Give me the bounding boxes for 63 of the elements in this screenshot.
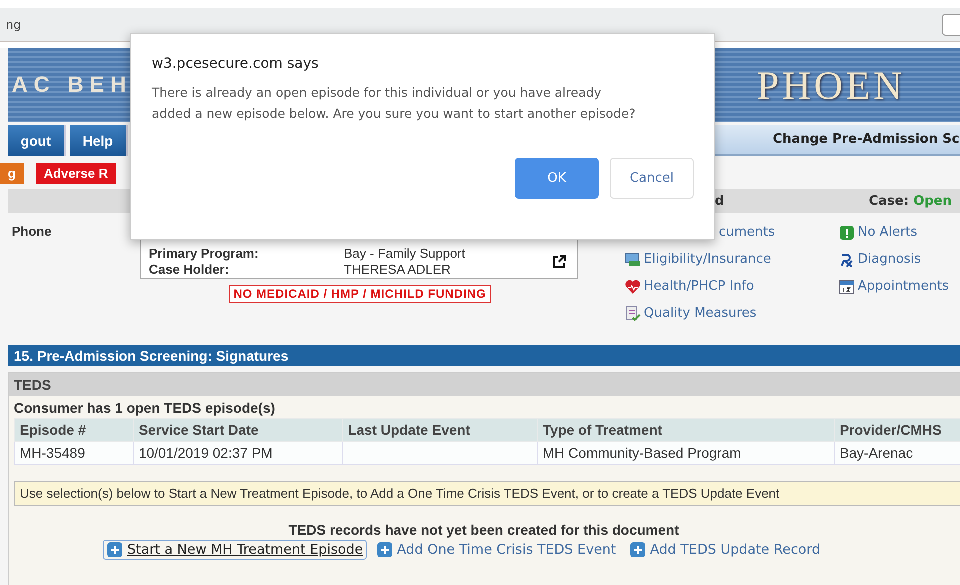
page-title: Change Pre-Admission Sc	[772, 132, 960, 147]
field-label: Phone	[11, 224, 52, 239]
link-label: Diagnosis	[858, 252, 922, 267]
link-label: Start a New MH Treatment Episode	[127, 542, 364, 558]
nav-button[interactable]: Help	[70, 125, 128, 156]
nav-button[interactable]: gout	[8, 125, 66, 156]
checklist-icon	[625, 306, 641, 322]
heart-icon	[625, 278, 641, 294]
dialog-title: w3.pcesecure.com says	[152, 56, 320, 72]
alert-icon	[839, 224, 855, 240]
calendar-icon	[839, 278, 855, 294]
alert-tag[interactable]: Adverse R	[36, 162, 116, 184]
alert-tag[interactable]: g	[0, 162, 24, 184]
banner-title: AC BEH	[11, 72, 132, 98]
case-status: Case: Open	[868, 194, 952, 208]
nav-link[interactable]: Health/PHCP Info	[625, 277, 839, 296]
field-label: Primary Program:	[149, 246, 260, 262]
nav-link[interactable]: Diagnosis	[839, 250, 950, 269]
external-link-icon[interactable]	[551, 254, 567, 270]
nav-link[interactable]: Appointments	[839, 277, 950, 296]
column-header: Type of Treatment	[537, 418, 834, 442]
nav-link[interactable]: Quality Measures	[625, 304, 839, 323]
link-label: Appointments	[858, 279, 950, 294]
field-value: THERESA ADLER	[344, 262, 451, 278]
instruction-banner: Use selection(s) below to Start a New Treatment Episode, to Add a One Time Crisis TEDS Event, or to create a TEDS Update Event	[14, 481, 960, 506]
link-label: Add One Time Crisis TEDS Event	[397, 542, 616, 558]
column-header: Service Start Date	[133, 418, 343, 442]
monitor-icon	[625, 252, 641, 268]
add-icon	[630, 542, 646, 558]
funding-warning: NO MEDICAID / HMP / MICHILD FUNDING	[228, 285, 492, 303]
field-label: Case Holder:	[149, 262, 230, 278]
link-label: Health/PHCP Info	[644, 279, 754, 294]
column-header: Episode #	[14, 418, 134, 442]
status-message: TEDS records have not yet been created for this document	[288, 522, 680, 538]
add-icon	[377, 542, 394, 558]
column-header: Last Update Event	[342, 418, 538, 442]
field-value: Bay - Family Support	[344, 246, 466, 262]
section-label: d	[715, 194, 724, 208]
nav-link[interactable]: Eligibility/Insurance	[625, 250, 839, 269]
cancel-button[interactable]: Cancel	[610, 158, 694, 199]
prescription-icon	[839, 252, 855, 268]
tab-title: ng	[5, 18, 22, 32]
logo-title: PHOEN	[757, 62, 906, 108]
action-link[interactable]: Add TEDS Update Record	[626, 540, 825, 560]
ok-button[interactable]: OK	[515, 158, 599, 199]
section-title: 15. Pre-Admission Screening: Signatures	[14, 348, 289, 364]
table-cell: MH-35489	[14, 442, 134, 464]
episode-note: Consumer has 1 open TEDS episode(s)	[13, 399, 276, 416]
action-link[interactable]: Add One Time Crisis TEDS Event	[373, 540, 620, 560]
dialog-message: There is already an open episode for this individual or you have already added a new episode below. Are you sure you want to start another episode?	[152, 84, 637, 123]
link-label: No Alerts	[858, 225, 918, 240]
column-header: Provider/CMHS	[834, 418, 960, 442]
nav-link[interactable]: No Alerts	[839, 223, 950, 242]
link-label: Eligibility/Insurance	[644, 252, 772, 267]
link-label: Add TEDS Update Record	[650, 542, 821, 558]
subsection-title: TEDS	[14, 376, 52, 392]
table-cell: MH Community-Based Program	[537, 442, 834, 464]
add-icon	[107, 542, 124, 558]
table-cell: 10/01/2019 02:37 PM	[133, 442, 343, 464]
table-cell: Bay-Arenac	[834, 442, 960, 464]
link-label: Quality Measures	[644, 306, 757, 321]
link-label: cuments	[719, 225, 776, 240]
action-link[interactable]: Start a New MH Treatment Episode	[103, 540, 368, 560]
